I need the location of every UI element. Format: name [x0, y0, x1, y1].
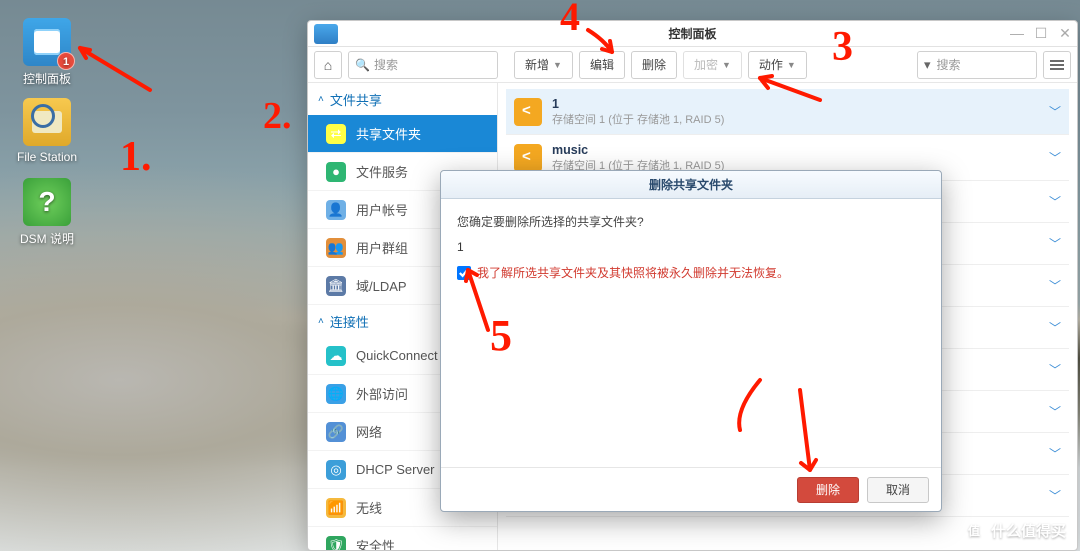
- sidebar-item-label: 无线: [356, 498, 382, 517]
- network-icon: 🔗: [326, 422, 346, 442]
- window-minimize-button[interactable]: —: [1005, 25, 1029, 42]
- desktop-icon-label: DSM 说明: [12, 230, 82, 247]
- chevron-down-icon[interactable]: ﹀: [1049, 193, 1061, 210]
- search-icon: 🔍: [355, 58, 370, 72]
- home-button[interactable]: ⌂: [314, 51, 342, 79]
- action-button[interactable]: 动作▼: [748, 51, 807, 79]
- desktop-icon-control-panel[interactable]: 1 控制面板: [12, 18, 82, 87]
- file-station-icon: [23, 98, 71, 146]
- edit-button[interactable]: 编辑: [579, 51, 625, 79]
- sidebar-group-fileshare[interactable]: ˄ 文件共享: [308, 83, 497, 115]
- help-icon: ?: [23, 178, 71, 226]
- chevron-down-icon[interactable]: ﹀: [1049, 103, 1061, 120]
- window-close-button[interactable]: ✕: [1053, 25, 1077, 42]
- service-icon: ●: [326, 162, 346, 182]
- window-titlebar[interactable]: 控制面板 — ☐ ✕: [308, 21, 1077, 47]
- desktop-icon-label: 控制面板: [12, 70, 82, 87]
- chevron-down-icon[interactable]: ﹀: [1049, 149, 1061, 166]
- sidebar-item-security[interactable]: 🛡 安全性: [308, 527, 497, 550]
- chevron-down-icon[interactable]: ﹀: [1049, 487, 1061, 504]
- folder-share-icon: ⮂: [326, 124, 346, 144]
- window-title: 控制面板: [668, 25, 716, 42]
- desktop: { "desktop_icons": { "control_panel": { …: [0, 0, 1080, 551]
- sidebar-item-label: 共享文件夹: [356, 124, 421, 143]
- globe-icon: 🌐: [326, 384, 346, 404]
- search-placeholder: 搜索: [937, 56, 961, 73]
- watermark-icon: 值: [963, 519, 985, 541]
- list-options-button[interactable]: [1043, 51, 1071, 79]
- confirm-delete-button[interactable]: 删除: [797, 477, 859, 503]
- svg-text:2.: 2.: [263, 95, 292, 137]
- dhcp-icon: ◎: [326, 460, 346, 480]
- new-button[interactable]: 新增▼: [514, 51, 573, 79]
- window-maximize-button[interactable]: ☐: [1029, 25, 1053, 42]
- sidebar-item-label: 外部访问: [356, 384, 408, 403]
- sidebar-item-shared-folder[interactable]: ⮂ 共享文件夹: [308, 115, 497, 153]
- watermark: 值 什么值得买: [963, 519, 1066, 541]
- desktop-icon-file-station[interactable]: File Station: [12, 98, 82, 164]
- delete-confirm-dialog: 删除共享文件夹 您确定要删除所选择的共享文件夹? 1 我了解所选共享文件夹及其快…: [440, 170, 942, 512]
- acknowledge-label[interactable]: 我了解所选共享文件夹及其快照将被永久删除并无法恢复。: [477, 264, 789, 281]
- hamburger-icon: [1050, 64, 1064, 66]
- shared-folder-icon: [514, 144, 542, 172]
- content-search-input[interactable]: ▾ 搜索: [917, 51, 1037, 79]
- watermark-text: 什么值得买: [991, 520, 1066, 541]
- folder-name: music: [552, 143, 724, 157]
- chevron-down-icon: ˄: [318, 316, 324, 327]
- dialog-target-item: 1: [457, 240, 925, 254]
- sidebar-item-label: QuickConnect: [356, 348, 438, 363]
- delete-button[interactable]: 删除: [631, 51, 677, 79]
- sidebar-item-label: 域/LDAP: [356, 276, 407, 295]
- wifi-icon: 📶: [326, 498, 346, 518]
- sidebar-item-label: 用户帐号: [356, 200, 408, 219]
- folder-name: 1: [552, 97, 724, 111]
- chevron-down-icon[interactable]: ﹀: [1049, 445, 1061, 462]
- acknowledge-row: 我了解所选共享文件夹及其快照将被永久删除并无法恢复。: [457, 264, 925, 281]
- sidebar-item-label: DHCP Server: [356, 462, 435, 477]
- sidebar-search-input[interactable]: 🔍 搜索: [348, 51, 498, 79]
- control-panel-icon: 1: [23, 18, 71, 66]
- notification-badge: 1: [57, 52, 75, 70]
- shield-icon: 🛡: [326, 536, 346, 551]
- user-icon: 👤: [326, 200, 346, 220]
- cancel-button[interactable]: 取消: [867, 477, 929, 503]
- folder-row[interactable]: 1 存储空间 1 (位于 存储池 1, RAID 5) ﹀: [506, 89, 1069, 135]
- sidebar-group-label: 文件共享: [330, 90, 382, 109]
- dialog-question: 您确定要删除所选择的共享文件夹?: [457, 213, 925, 230]
- app-logo-icon: [314, 24, 338, 44]
- group-icon: 👥: [326, 238, 346, 258]
- filter-funnel-icon: ▾: [924, 57, 931, 73]
- chevron-down-icon: ˄: [318, 94, 324, 105]
- sidebar-item-label: 网络: [356, 422, 382, 441]
- sidebar-item-label: 用户群组: [356, 238, 408, 257]
- search-placeholder: 搜索: [374, 56, 398, 73]
- folder-location: 存储空间 1 (位于 存储池 1, RAID 5): [552, 111, 724, 127]
- cloud-icon: ☁: [326, 346, 346, 366]
- shared-folder-icon: [514, 98, 542, 126]
- chevron-down-icon[interactable]: ﹀: [1049, 361, 1061, 378]
- chevron-down-icon[interactable]: ﹀: [1049, 403, 1061, 420]
- chevron-down-icon[interactable]: ﹀: [1049, 277, 1061, 294]
- toolbar: ⌂ 🔍 搜索 新增▼ 编辑 删除 加密▼ 动作▼ ▾ 搜索: [308, 47, 1077, 83]
- dialog-title: 删除共享文件夹: [441, 171, 941, 199]
- desktop-icon-label: File Station: [12, 150, 82, 164]
- sidebar-group-label: 连接性: [330, 312, 369, 331]
- chevron-down-icon[interactable]: ﹀: [1049, 319, 1061, 336]
- svg-text:1.: 1.: [120, 134, 152, 180]
- desktop-icon-dsm-help[interactable]: ? DSM 说明: [12, 178, 82, 247]
- sidebar-item-label: 文件服务: [356, 162, 408, 181]
- acknowledge-checkbox[interactable]: [457, 266, 471, 280]
- chevron-down-icon[interactable]: ﹀: [1049, 235, 1061, 252]
- domain-icon: 🏛: [326, 276, 346, 296]
- sidebar-item-label: 安全性: [356, 536, 395, 550]
- encrypt-button[interactable]: 加密▼: [683, 51, 742, 79]
